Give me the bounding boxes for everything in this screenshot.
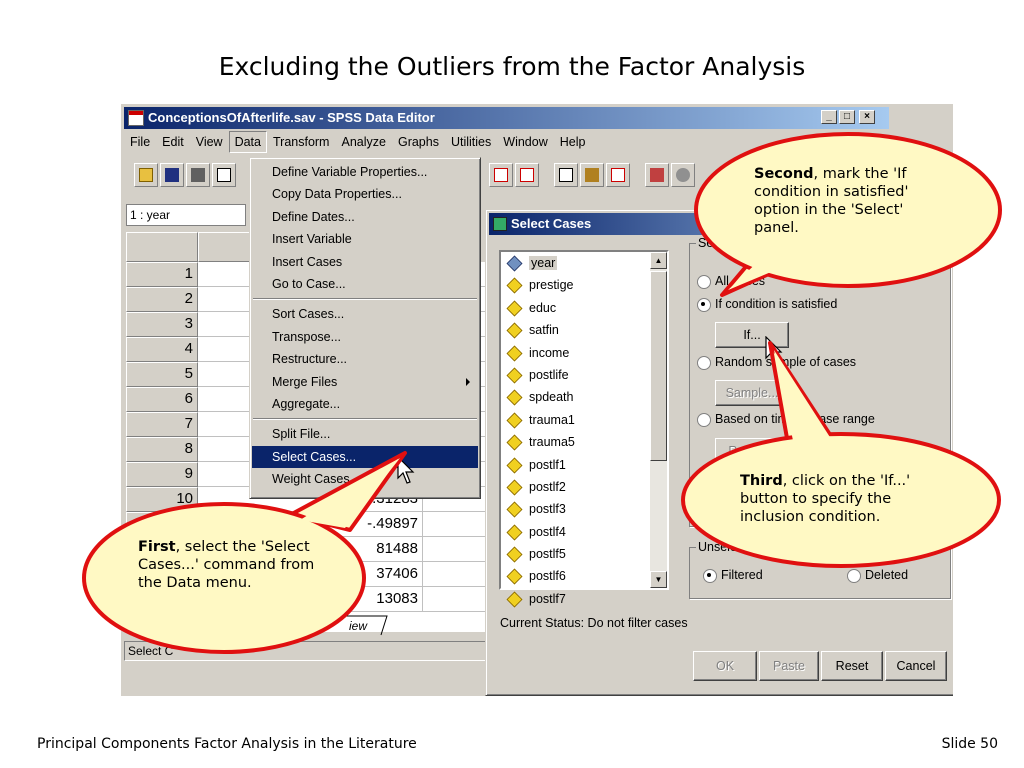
callout-first: First, select the 'Select Cases...' comm…	[138, 538, 318, 592]
callout-third-bold: Third	[740, 473, 783, 489]
callout-third: Third, click on the 'If...' button to sp…	[740, 472, 950, 526]
footer-left: Principal Components Factor Analysis in …	[37, 736, 417, 752]
callout-shapes	[82, 132, 1002, 654]
callout-first-bold: First	[138, 539, 176, 555]
slide-number: Slide 50	[941, 736, 998, 752]
callout-second: Second, mark the 'If condition in satisf…	[754, 165, 944, 237]
callout-second-bold: Second	[754, 166, 814, 182]
